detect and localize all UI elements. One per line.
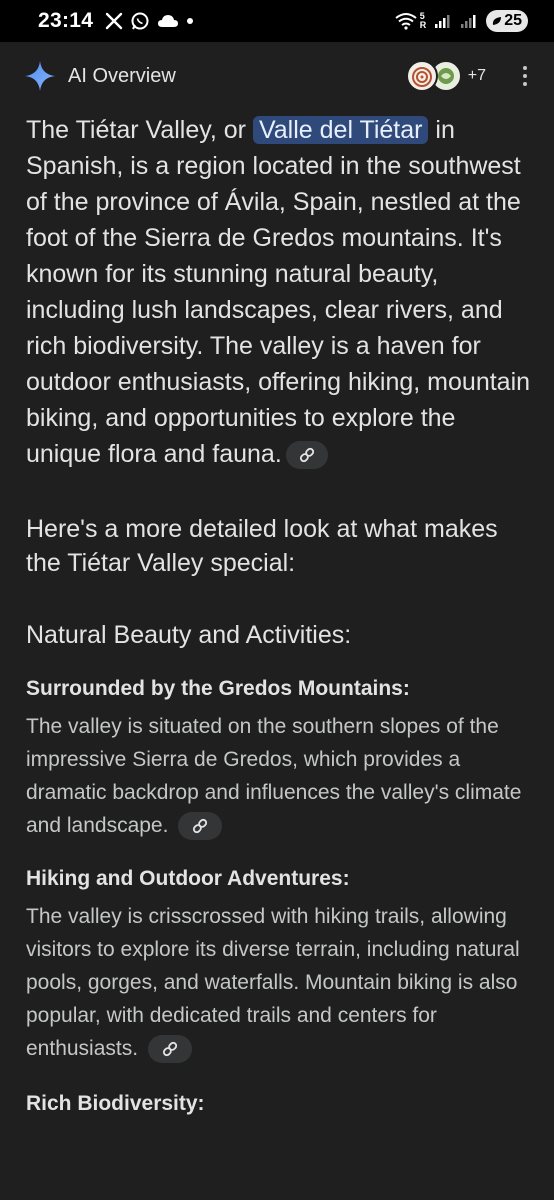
more-vert-icon — [523, 66, 527, 70]
intro-text-before: The Tiétar Valley, or — [26, 116, 253, 144]
item-title-3: Rich Biodiversity: — [26, 1092, 205, 1115]
signal-strength-icon — [435, 15, 450, 28]
battery-saver-icon — [493, 17, 502, 25]
intro-paragraph: The Tiétar Valley, or Valle del Tiétar i… — [26, 112, 534, 472]
source-avatar-1[interactable] — [405, 60, 438, 92]
cloud-icon — [158, 15, 179, 27]
source-link-button[interactable] — [285, 441, 328, 470]
wifi-icon — [395, 13, 417, 30]
ai-overview-header: AI Overview +7 — [0, 42, 554, 110]
whatsapp-icon — [131, 12, 149, 30]
overview-content: The Tiétar Valley, or Valle del Tiétar i… — [26, 112, 534, 1119]
battery-level: 25 — [504, 12, 522, 29]
lead-paragraph: Here's a more detailed look at what make… — [26, 515, 498, 577]
link-icon — [162, 1042, 178, 1057]
signal-strength-2-icon — [461, 15, 476, 28]
signal-badge-bottom: R — [419, 20, 427, 30]
item-body-1: The valley is situated on the southern s… — [26, 710, 534, 842]
source-link-button[interactable] — [178, 812, 223, 841]
item-body-2-text: The valley is crisscrossed with hiking t… — [26, 905, 520, 1060]
item-title-2: Hiking and Outdoor Adventures: — [26, 867, 350, 890]
battery-indicator: 25 — [486, 10, 528, 32]
source-count[interactable]: +7 — [468, 67, 486, 85]
notification-dot-icon — [187, 18, 194, 24]
header-title: AI Overview — [68, 64, 176, 87]
source-link-button[interactable] — [147, 1035, 192, 1064]
item-title-1: Surrounded by the Gredos Mountains: — [26, 677, 410, 700]
status-time: 23:14 — [38, 9, 94, 32]
item-body-2: The valley is crisscrossed with hiking t… — [26, 900, 534, 1065]
link-icon — [299, 448, 314, 463]
gemini-sparkle-icon — [25, 61, 55, 91]
more-options-button[interactable] — [520, 66, 530, 86]
item-body-1-text: The valley is situated on the southern s… — [26, 715, 522, 837]
status-bar: 23:14 5 R 25 — [0, 0, 554, 42]
more-vert-dot — [523, 74, 527, 78]
more-vert-dot — [523, 82, 527, 86]
highlighted-term[interactable]: Valle del Tiétar — [252, 116, 429, 144]
x-logo-icon — [106, 12, 123, 30]
section-heading: Natural Beauty and Activities: — [26, 621, 352, 649]
link-icon — [193, 819, 208, 834]
intro-text-after: in Spanish, is a region located in the s… — [26, 116, 531, 468]
spiral-logo-icon — [411, 67, 432, 87]
